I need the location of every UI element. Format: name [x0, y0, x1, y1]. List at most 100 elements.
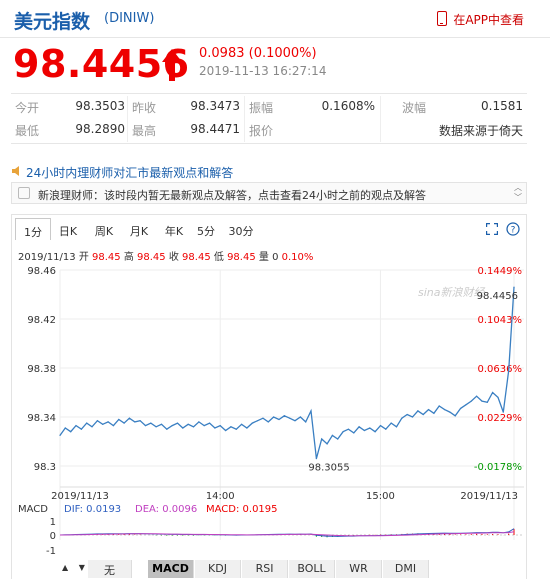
price-point	[326, 443, 328, 445]
chart-watermark: sina新浪财经	[418, 286, 485, 299]
price-point	[358, 426, 360, 428]
indicator-macd[interactable]: MACD	[148, 560, 194, 578]
price-point	[347, 428, 350, 430]
price-point	[492, 391, 494, 394]
price-point	[80, 428, 82, 430]
price-point	[208, 422, 211, 424]
price-point	[192, 426, 195, 428]
price-point	[219, 424, 221, 427]
price-point	[251, 422, 253, 424]
price-point	[166, 428, 168, 430]
price-point	[86, 422, 88, 424]
indicator-none[interactable]: 无	[88, 560, 132, 578]
price-point	[438, 405, 440, 407]
price-point	[150, 422, 152, 424]
indicator-boll[interactable]: BOLL	[289, 560, 335, 578]
price-point	[283, 415, 285, 417]
price-point	[262, 417, 264, 419]
price-point	[123, 422, 125, 424]
price-point	[139, 420, 141, 422]
price-point	[315, 458, 317, 460]
price-point	[374, 431, 376, 433]
price-point	[331, 434, 333, 436]
price-chart[interactable]: 98.46 98.42 98.38 98.34 98.3 0.1449% 0.1043% 0.…	[0, 0, 550, 579]
y-tick-label: 98.46	[27, 266, 56, 277]
nav-left-icon[interactable]: ▲	[62, 563, 68, 572]
price-point	[267, 421, 269, 423]
price-point	[70, 431, 72, 433]
price-point	[353, 432, 355, 434]
price-point	[198, 421, 200, 423]
price-point	[337, 438, 339, 440]
price-point	[417, 410, 419, 412]
price-point	[321, 438, 323, 440]
price-point	[395, 426, 398, 428]
y-tick-label: 98.34	[27, 413, 56, 424]
price-point	[427, 409, 430, 411]
macd-dif: DIF: 0.0193	[64, 504, 121, 515]
price-point	[502, 411, 504, 413]
price-point	[160, 423, 163, 425]
price-point	[214, 427, 216, 429]
indicator-rsi[interactable]: RSI	[242, 560, 288, 578]
price-point	[75, 424, 77, 427]
min-price-label: 98.3055	[308, 463, 349, 474]
price-point	[422, 413, 424, 416]
y-tick-label: 98.42	[27, 315, 56, 326]
price-point	[433, 412, 435, 414]
pct-tick-label: 0.1043%	[478, 315, 523, 326]
x-tick-label: 14:00	[206, 491, 235, 502]
price-point	[246, 427, 248, 429]
price-point	[273, 416, 275, 418]
price-point	[257, 420, 259, 422]
price-point	[278, 418, 280, 421]
y-tick-label: 98.38	[27, 364, 56, 375]
price-point	[118, 418, 120, 421]
price-point	[155, 426, 157, 428]
price-point	[171, 424, 173, 427]
price-point	[481, 400, 483, 402]
price-point	[294, 420, 296, 422]
pct-tick-label: -0.0178%	[474, 462, 522, 473]
x-tick-label: 2019/11/13	[51, 491, 109, 502]
price-point	[128, 417, 131, 419]
price-point	[363, 429, 366, 432]
macd-tick-label: 0	[50, 531, 56, 542]
price-point	[459, 407, 462, 410]
price-point	[385, 428, 387, 430]
indicator-wr[interactable]: WR	[336, 560, 382, 578]
price-point	[224, 429, 227, 432]
macd-label: MACD	[18, 504, 48, 515]
nav-right-icon[interactable]: ▼	[79, 563, 85, 572]
macd-value: MACD: 0.0195	[206, 504, 278, 515]
price-point	[508, 369, 510, 372]
indicator-dmi[interactable]: DMI	[383, 560, 429, 578]
price-point	[299, 416, 301, 418]
price-point	[497, 396, 499, 398]
price-point	[476, 395, 478, 397]
price-point	[342, 431, 344, 433]
price-point	[411, 416, 414, 418]
price-point	[470, 400, 472, 402]
price-point	[406, 413, 408, 416]
pct-tick-label: 0.1449%	[478, 266, 523, 277]
pct-tick-label: 0.0636%	[478, 364, 523, 375]
price-point	[107, 421, 109, 423]
pct-tick-label: 0.0229%	[478, 413, 523, 424]
price-point	[513, 286, 515, 288]
price-point	[64, 427, 66, 429]
price-point	[203, 424, 205, 427]
price-point	[230, 426, 232, 428]
indicator-kdj[interactable]: KDJ	[195, 560, 241, 578]
macd-tick-label: 1	[50, 517, 56, 528]
price-point	[454, 415, 456, 417]
chart-nav: ▲ ▼	[62, 563, 85, 572]
price-point	[289, 417, 291, 419]
macd-tick-label: -1	[46, 546, 56, 557]
price-point	[96, 420, 98, 422]
price-point	[369, 427, 371, 429]
price-point	[443, 409, 446, 411]
price-point	[379, 424, 382, 427]
price-point	[176, 422, 179, 424]
last-price-label: 98.4456	[477, 291, 518, 302]
